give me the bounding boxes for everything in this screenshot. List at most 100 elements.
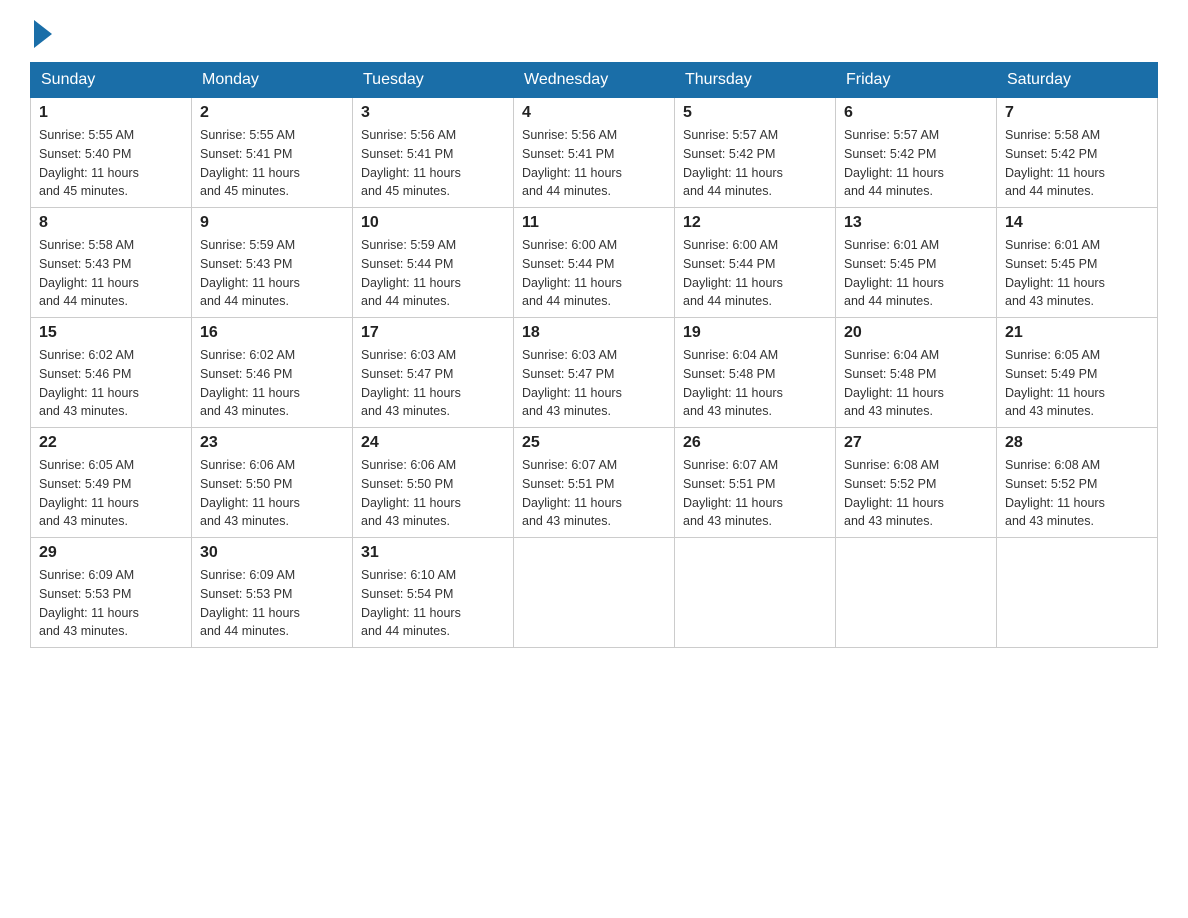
day-info: Sunrise: 6:10 AM Sunset: 5:54 PM Dayligh… <box>361 566 505 641</box>
day-info: Sunrise: 6:00 AM Sunset: 5:44 PM Dayligh… <box>522 236 666 311</box>
day-info: Sunrise: 6:02 AM Sunset: 5:46 PM Dayligh… <box>200 346 344 421</box>
day-info: Sunrise: 5:58 AM Sunset: 5:43 PM Dayligh… <box>39 236 183 311</box>
day-cell: 6 Sunrise: 5:57 AM Sunset: 5:42 PM Dayli… <box>836 98 997 208</box>
day-info: Sunrise: 5:59 AM Sunset: 5:43 PM Dayligh… <box>200 236 344 311</box>
day-cell: 13 Sunrise: 6:01 AM Sunset: 5:45 PM Dayl… <box>836 208 997 318</box>
week-row-5: 29 Sunrise: 6:09 AM Sunset: 5:53 PM Dayl… <box>31 538 1158 648</box>
day-number: 31 <box>361 544 505 562</box>
day-cell: 28 Sunrise: 6:08 AM Sunset: 5:52 PM Dayl… <box>997 428 1158 538</box>
day-info: Sunrise: 6:08 AM Sunset: 5:52 PM Dayligh… <box>844 456 988 531</box>
calendar-header-row: SundayMondayTuesdayWednesdayThursdayFrid… <box>31 63 1158 98</box>
day-info: Sunrise: 6:01 AM Sunset: 5:45 PM Dayligh… <box>1005 236 1149 311</box>
day-number: 15 <box>39 324 183 342</box>
day-cell: 2 Sunrise: 5:55 AM Sunset: 5:41 PM Dayli… <box>192 98 353 208</box>
day-info: Sunrise: 5:55 AM Sunset: 5:41 PM Dayligh… <box>200 126 344 201</box>
day-info: Sunrise: 6:03 AM Sunset: 5:47 PM Dayligh… <box>361 346 505 421</box>
day-number: 3 <box>361 104 505 122</box>
day-cell: 10 Sunrise: 5:59 AM Sunset: 5:44 PM Dayl… <box>353 208 514 318</box>
day-number: 7 <box>1005 104 1149 122</box>
day-cell: 25 Sunrise: 6:07 AM Sunset: 5:51 PM Dayl… <box>514 428 675 538</box>
day-number: 25 <box>522 434 666 452</box>
week-row-1: 1 Sunrise: 5:55 AM Sunset: 5:40 PM Dayli… <box>31 98 1158 208</box>
day-number: 29 <box>39 544 183 562</box>
day-cell: 7 Sunrise: 5:58 AM Sunset: 5:42 PM Dayli… <box>997 98 1158 208</box>
day-number: 8 <box>39 214 183 232</box>
day-number: 14 <box>1005 214 1149 232</box>
day-info: Sunrise: 6:05 AM Sunset: 5:49 PM Dayligh… <box>39 456 183 531</box>
day-info: Sunrise: 5:56 AM Sunset: 5:41 PM Dayligh… <box>361 126 505 201</box>
day-cell: 22 Sunrise: 6:05 AM Sunset: 5:49 PM Dayl… <box>31 428 192 538</box>
day-number: 5 <box>683 104 827 122</box>
day-cell <box>997 538 1158 648</box>
day-cell: 21 Sunrise: 6:05 AM Sunset: 5:49 PM Dayl… <box>997 318 1158 428</box>
day-number: 12 <box>683 214 827 232</box>
day-info: Sunrise: 6:02 AM Sunset: 5:46 PM Dayligh… <box>39 346 183 421</box>
day-info: Sunrise: 6:01 AM Sunset: 5:45 PM Dayligh… <box>844 236 988 311</box>
day-number: 26 <box>683 434 827 452</box>
page-header <box>30 20 1158 42</box>
day-number: 19 <box>683 324 827 342</box>
day-cell: 12 Sunrise: 6:00 AM Sunset: 5:44 PM Dayl… <box>675 208 836 318</box>
day-info: Sunrise: 5:59 AM Sunset: 5:44 PM Dayligh… <box>361 236 505 311</box>
day-cell: 24 Sunrise: 6:06 AM Sunset: 5:50 PM Dayl… <box>353 428 514 538</box>
week-row-3: 15 Sunrise: 6:02 AM Sunset: 5:46 PM Dayl… <box>31 318 1158 428</box>
day-info: Sunrise: 6:07 AM Sunset: 5:51 PM Dayligh… <box>522 456 666 531</box>
header-wednesday: Wednesday <box>514 63 675 98</box>
day-cell <box>514 538 675 648</box>
day-cell: 5 Sunrise: 5:57 AM Sunset: 5:42 PM Dayli… <box>675 98 836 208</box>
day-number: 23 <box>200 434 344 452</box>
day-info: Sunrise: 6:07 AM Sunset: 5:51 PM Dayligh… <box>683 456 827 531</box>
week-row-4: 22 Sunrise: 6:05 AM Sunset: 5:49 PM Dayl… <box>31 428 1158 538</box>
day-number: 24 <box>361 434 505 452</box>
day-info: Sunrise: 6:09 AM Sunset: 5:53 PM Dayligh… <box>200 566 344 641</box>
day-cell <box>836 538 997 648</box>
day-info: Sunrise: 5:57 AM Sunset: 5:42 PM Dayligh… <box>683 126 827 201</box>
header-friday: Friday <box>836 63 997 98</box>
day-number: 22 <box>39 434 183 452</box>
day-info: Sunrise: 6:08 AM Sunset: 5:52 PM Dayligh… <box>1005 456 1149 531</box>
day-number: 4 <box>522 104 666 122</box>
day-number: 1 <box>39 104 183 122</box>
day-cell: 18 Sunrise: 6:03 AM Sunset: 5:47 PM Dayl… <box>514 318 675 428</box>
day-number: 21 <box>1005 324 1149 342</box>
day-cell: 17 Sunrise: 6:03 AM Sunset: 5:47 PM Dayl… <box>353 318 514 428</box>
day-cell: 4 Sunrise: 5:56 AM Sunset: 5:41 PM Dayli… <box>514 98 675 208</box>
day-cell: 20 Sunrise: 6:04 AM Sunset: 5:48 PM Dayl… <box>836 318 997 428</box>
day-cell: 27 Sunrise: 6:08 AM Sunset: 5:52 PM Dayl… <box>836 428 997 538</box>
day-cell: 31 Sunrise: 6:10 AM Sunset: 5:54 PM Dayl… <box>353 538 514 648</box>
day-cell <box>675 538 836 648</box>
day-info: Sunrise: 6:00 AM Sunset: 5:44 PM Dayligh… <box>683 236 827 311</box>
header-saturday: Saturday <box>997 63 1158 98</box>
day-number: 27 <box>844 434 988 452</box>
day-number: 2 <box>200 104 344 122</box>
day-cell: 23 Sunrise: 6:06 AM Sunset: 5:50 PM Dayl… <box>192 428 353 538</box>
day-cell: 1 Sunrise: 5:55 AM Sunset: 5:40 PM Dayli… <box>31 98 192 208</box>
header-sunday: Sunday <box>31 63 192 98</box>
day-number: 30 <box>200 544 344 562</box>
header-monday: Monday <box>192 63 353 98</box>
day-number: 13 <box>844 214 988 232</box>
day-info: Sunrise: 5:57 AM Sunset: 5:42 PM Dayligh… <box>844 126 988 201</box>
day-info: Sunrise: 6:03 AM Sunset: 5:47 PM Dayligh… <box>522 346 666 421</box>
logo-arrow-icon <box>34 20 52 48</box>
day-info: Sunrise: 5:56 AM Sunset: 5:41 PM Dayligh… <box>522 126 666 201</box>
day-number: 17 <box>361 324 505 342</box>
day-info: Sunrise: 6:06 AM Sunset: 5:50 PM Dayligh… <box>200 456 344 531</box>
day-number: 11 <box>522 214 666 232</box>
day-cell: 16 Sunrise: 6:02 AM Sunset: 5:46 PM Dayl… <box>192 318 353 428</box>
logo <box>30 20 52 42</box>
day-number: 6 <box>844 104 988 122</box>
day-number: 20 <box>844 324 988 342</box>
header-thursday: Thursday <box>675 63 836 98</box>
day-cell: 8 Sunrise: 5:58 AM Sunset: 5:43 PM Dayli… <box>31 208 192 318</box>
day-cell: 29 Sunrise: 6:09 AM Sunset: 5:53 PM Dayl… <box>31 538 192 648</box>
week-row-2: 8 Sunrise: 5:58 AM Sunset: 5:43 PM Dayli… <box>31 208 1158 318</box>
day-info: Sunrise: 6:04 AM Sunset: 5:48 PM Dayligh… <box>683 346 827 421</box>
calendar-table: SundayMondayTuesdayWednesdayThursdayFrid… <box>30 62 1158 648</box>
day-cell: 9 Sunrise: 5:59 AM Sunset: 5:43 PM Dayli… <box>192 208 353 318</box>
day-number: 18 <box>522 324 666 342</box>
day-info: Sunrise: 5:55 AM Sunset: 5:40 PM Dayligh… <box>39 126 183 201</box>
day-number: 16 <box>200 324 344 342</box>
header-tuesday: Tuesday <box>353 63 514 98</box>
day-cell: 15 Sunrise: 6:02 AM Sunset: 5:46 PM Dayl… <box>31 318 192 428</box>
